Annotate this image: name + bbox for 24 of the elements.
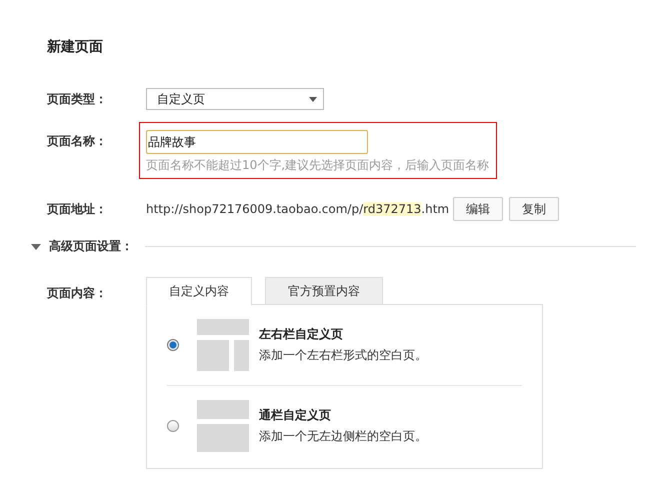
content-tab[interactable]: 自定义内容 <box>146 277 252 306</box>
option-description: 添加一个无左边侧栏的空白页。 <box>259 428 427 445</box>
page-title: 新建页面 <box>47 38 104 57</box>
layout-radio[interactable] <box>167 420 179 432</box>
field-label: 页面内容： <box>47 285 108 302</box>
field-label: 页面地址： <box>47 200 108 218</box>
address-button[interactable]: 复制 <box>509 197 560 221</box>
page-type-dropdown[interactable]: 自定义页 <box>146 88 324 110</box>
address-button[interactable]: 编辑 <box>453 197 504 221</box>
option-description: 添加一个左右栏形式的空白页。 <box>259 347 427 364</box>
page-name-field[interactable]: 品牌故事 <box>146 130 368 154</box>
option-title: 通栏自定义页 <box>259 407 332 424</box>
page-url: http://shop72176009.taobao.com/p/rd372713.htm <box>146 202 450 216</box>
two-column-layout-icon <box>197 319 249 371</box>
full-width-layout-icon <box>197 400 249 452</box>
option-title: 左右栏自定义页 <box>259 326 344 343</box>
field-label: 页面名称： <box>47 133 108 150</box>
hint-text: 页面名称不能超过10个字,建议先选择页面内容，后输入页面名称 <box>146 157 490 174</box>
caret-icon <box>309 96 317 102</box>
layout-radio[interactable] <box>167 339 179 351</box>
content-tab[interactable]: 官方预置内容 <box>265 277 383 305</box>
section-heading: 高级页面设置： <box>49 238 133 255</box>
collapse-arrow-icon[interactable] <box>31 244 41 250</box>
field-label: 页面类型： <box>47 90 108 108</box>
